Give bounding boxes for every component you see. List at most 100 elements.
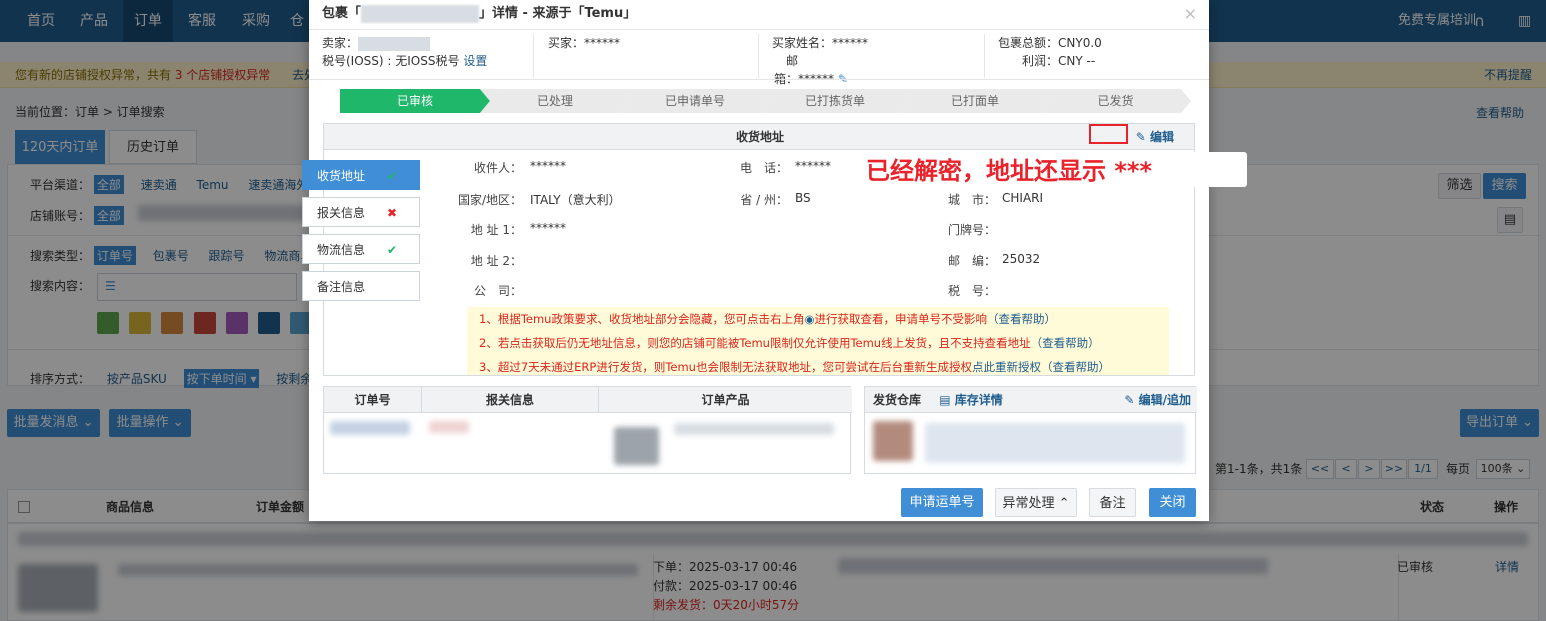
- step-reviewed: 已审核: [340, 89, 490, 113]
- buyer-name-value: ******: [832, 36, 869, 50]
- address1-value: ******: [530, 221, 566, 235]
- country-label: 国家/地区：: [457, 193, 522, 207]
- seller-info: 卖家： 税号(IOSS) : 无IOSS税号 设置: [322, 34, 534, 78]
- close-button[interactable]: 关闭: [1149, 488, 1196, 517]
- profit-label: 利润：: [1021, 54, 1058, 68]
- annotation-callout: 已经解密，地址还显示 ***: [857, 152, 1247, 187]
- tip-2-text: 2、若点击获取后仍无地址信息，则您的店铺可能被Temu限制仅允许使用Temu线上…: [479, 336, 1031, 350]
- address-edit[interactable]: ✎ 编辑: [1136, 128, 1174, 145]
- warehouse-panel: 发货仓库 ▤ 库存详情 ✎ 编辑/追加: [864, 386, 1197, 474]
- col-order-product: 订单产品: [599, 387, 852, 413]
- seller-label: 卖家：: [322, 36, 359, 50]
- cross-icon: ✖: [386, 206, 397, 220]
- province-value: BS: [795, 191, 811, 205]
- step-label-printed: 已打面单: [900, 89, 1050, 113]
- buyer-contact-info: 买家姓名：****** 邮箱：****** ✎: [759, 34, 985, 86]
- package-detail-modal: 包裹「 」详情 - 来源于「Temu」 × 卖家： 税号(IOSS) : 无IOS…: [302, 0, 1247, 521]
- blurred-warehouse-info: [925, 423, 1185, 463]
- address2-label: 地 址 2：: [470, 254, 522, 268]
- tip-3: 3、超过7天未通过ERP进行发货，则Temu也会限制无法获取地址，您可尝试在后台…: [479, 355, 1169, 375]
- buyer-label: 买家：: [548, 36, 585, 50]
- edit-add-label: 编辑/追加: [1138, 393, 1191, 407]
- progress-steps: 已审核 已处理 已申请单号 已打拣货单 已打面单 已发货: [340, 89, 1191, 113]
- order-table: 订单号 报关信息 订单产品: [323, 386, 852, 474]
- exception-button[interactable]: 异常处理 ⌃: [995, 488, 1077, 517]
- side-tab-notes-label: 备注信息: [317, 280, 366, 294]
- city-value: CHIARI: [1002, 191, 1044, 205]
- blurred-order-no: [330, 421, 410, 435]
- country-value: ITALY（意大利）: [530, 193, 621, 207]
- total-label: 包裹总额：: [998, 36, 1059, 50]
- phone-label: 电 话：: [739, 161, 788, 175]
- col-order-no: 订单号: [324, 387, 422, 413]
- buyer-value: ******: [584, 36, 621, 50]
- close-icon[interactable]: ×: [1184, 0, 1197, 28]
- profit-value: CNY --: [1058, 54, 1096, 68]
- blurred-seller: [358, 36, 431, 51]
- side-tab-logistics[interactable]: 物流信息 ✔: [302, 234, 420, 264]
- stock-detail-link[interactable]: ▤ 库存详情: [939, 393, 1003, 407]
- recipient-label: 收件人：: [473, 161, 522, 175]
- edit-add-link[interactable]: ✎ 编辑/追加: [1124, 387, 1191, 413]
- phone-value: ******: [795, 159, 831, 173]
- tip-2-help-link[interactable]: （查看帮助）: [1031, 336, 1100, 350]
- city-label: 城 市：: [947, 193, 996, 207]
- side-tab-address-label: 收货地址: [317, 169, 366, 183]
- step-processed: 已处理: [480, 89, 630, 113]
- tip-1-help-link[interactable]: （查看帮助）: [987, 312, 1056, 326]
- zip-value: 25032: [1002, 252, 1041, 266]
- step-shipped: 已发货: [1040, 89, 1191, 113]
- step-tracking-applied: 已申请单号: [620, 89, 770, 113]
- address1-label: 地 址 1：: [470, 223, 522, 237]
- tip-3-text: 3、超过7天未通过ERP进行发货，则Temu也会限制无法获取地址，您可尝试在后台…: [479, 360, 972, 374]
- modal-title-suffix: 」详情 - 来源于「Temu」: [479, 6, 637, 21]
- tip-2: 2、若点击获取后仍无地址信息，则您的店铺可能被Temu限制仅允许使用Temu线上…: [479, 331, 1169, 355]
- email-label: 邮箱：: [773, 54, 798, 86]
- province-label: 省 / 州：: [740, 193, 788, 207]
- address-tips: 1、根据Temu政策要求、收货地址部分会隐藏，您可点击右上角◉进行获取查看，申请…: [467, 307, 1169, 375]
- col-customs: 报关信息: [422, 387, 599, 413]
- blurred-product-name: [674, 423, 834, 435]
- tax-setting-link[interactable]: 设置: [463, 54, 487, 68]
- document-icon: ▤: [939, 393, 951, 407]
- buyer-info: 买家：******: [534, 34, 759, 78]
- address-edit-label: 编辑: [1149, 130, 1174, 144]
- recipient-value: ******: [530, 159, 566, 173]
- side-tab-address[interactable]: 收货地址 ✔: [302, 160, 420, 190]
- side-tab-customs-label: 报关信息: [317, 206, 366, 220]
- stock-detail-label: 库存详情: [954, 393, 1003, 407]
- blurred-product-image: [614, 427, 659, 465]
- modal-header: 包裹「 」详情 - 来源于「Temu」 ×: [309, 0, 1209, 30]
- edit-icon: ✎: [1124, 393, 1135, 407]
- warehouse-label: 发货仓库: [873, 393, 922, 407]
- side-tab-customs[interactable]: 报关信息 ✖: [302, 197, 420, 227]
- note-button[interactable]: 备注: [1089, 488, 1136, 517]
- step-picklist-printed: 已打拣货单: [760, 89, 910, 113]
- side-tab-notes[interactable]: 备注信息: [302, 271, 420, 301]
- buyer-name-label: 买家姓名：: [772, 36, 833, 50]
- highlight-box: [1089, 124, 1128, 144]
- tip-1: 1、根据Temu政策要求、收货地址部分会隐藏，您可点击右上角◉进行获取查看，申请…: [479, 307, 1169, 331]
- tax-number-label: 税 号：: [947, 284, 996, 298]
- company-label: 公 司：: [473, 284, 522, 298]
- package-amount-info: 包裹总额：CNY0.0 利润：CNY --: [985, 34, 1209, 78]
- check-icon: ✔: [386, 243, 397, 257]
- blurred-customs: [429, 421, 469, 433]
- check-icon: ✔: [386, 169, 397, 183]
- door-number-label: 门牌号：: [947, 223, 996, 237]
- edit-icon: ✎: [1135, 130, 1146, 144]
- side-tab-logistics-label: 物流信息: [317, 243, 366, 257]
- modal-title-prefix: 包裹「: [322, 6, 362, 21]
- total-value: CNY0.0: [1058, 36, 1102, 50]
- eye-icon[interactable]: ◉: [804, 312, 814, 326]
- tip-1-text2: 进行获取查看，申请单号不受影响: [814, 312, 988, 326]
- tip-3-help-link[interactable]: （查看帮助）: [1041, 360, 1110, 374]
- blurred-package-id: [361, 4, 480, 23]
- apply-tracking-button[interactable]: 申请运单号: [901, 488, 983, 517]
- reauthorize-link[interactable]: 点此重新授权: [972, 360, 1041, 374]
- address-title: 收货地址: [324, 124, 1194, 150]
- tip-1-text: 1、根据Temu政策要求、收货地址部分会隐藏，您可点击右上角: [479, 312, 805, 326]
- tax-line: 税号(IOSS) : 无IOSS税号: [322, 54, 460, 68]
- zip-label: 邮 编：: [947, 254, 996, 268]
- warehouse-header: 发货仓库 ▤ 库存详情 ✎ 编辑/追加: [865, 387, 1197, 413]
